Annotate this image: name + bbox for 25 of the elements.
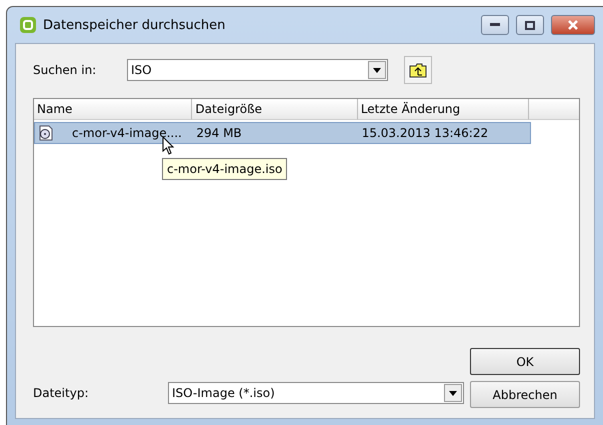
minimize-button[interactable] [481, 15, 509, 35]
file-type-label: Dateityp: [33, 386, 90, 400]
close-button[interactable] [551, 15, 595, 35]
maximize-button[interactable] [516, 15, 544, 35]
app-logo-icon [19, 16, 37, 34]
cancel-button[interactable]: Abbrechen [470, 381, 580, 408]
close-icon [567, 20, 579, 30]
minimize-icon [490, 23, 500, 27]
look-in-label: Suchen in: [33, 63, 98, 77]
file-size: 294 MB [195, 126, 243, 140]
column-header[interactable]: Letzte Änderung [358, 99, 530, 120]
file-row[interactable]: c-mor-v4-image.... 294 MB 15.03.2013 13:46:22 [34, 122, 531, 144]
up-folder-button[interactable] [404, 56, 432, 84]
folder-up-icon [409, 62, 427, 78]
tooltip: c-mor-v4-image.iso [162, 158, 288, 180]
maximize-icon [525, 20, 535, 30]
column-header[interactable]: Name [34, 99, 192, 120]
file-name: c-mor-v4-image.... [72, 126, 182, 140]
disc-file-icon [38, 125, 54, 141]
file-type-dropdown[interactable]: ISO-Image (*.iso) [168, 382, 464, 404]
column-header[interactable]: Dateigröße [192, 99, 358, 120]
look-in-dropdown[interactable]: ISO [127, 59, 388, 81]
window-title: Datenspeicher durchsuchen [43, 18, 226, 32]
ok-button[interactable]: OK [470, 348, 580, 375]
file-modified: 15.03.2013 13:46:22 [360, 126, 490, 140]
